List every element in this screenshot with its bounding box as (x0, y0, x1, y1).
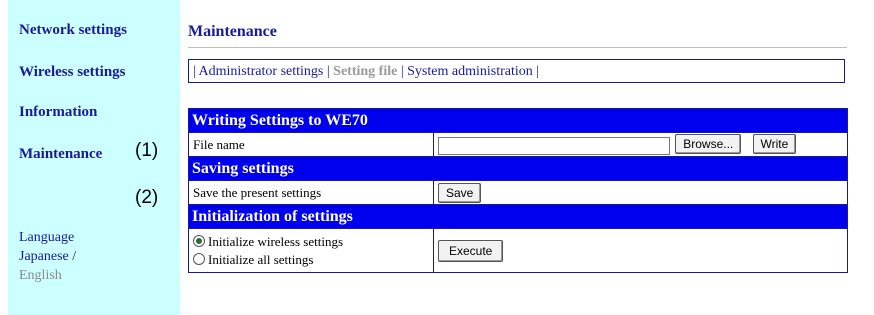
init-option-wireless-label: Initialize wireless settings (208, 233, 344, 249)
file-name-cell: Browse... Write (433, 132, 848, 157)
save-present-label: Save the present settings (188, 180, 434, 205)
browse-button[interactable]: Browse... (675, 134, 742, 155)
tab-separator: | (323, 64, 334, 79)
language-english-current: English (19, 268, 62, 283)
init-options-cell: Initialize wireless settings Initialize … (188, 228, 434, 273)
execute-cell: Execute (433, 228, 848, 273)
sidebar: Network settings Wireless settings Infor… (8, 0, 180, 315)
init-option-wireless[interactable]: Initialize wireless settings (193, 233, 429, 251)
radio-initialize-wireless[interactable] (193, 234, 205, 247)
file-name-label: File name (188, 132, 434, 157)
tab-separator: | (397, 64, 408, 79)
callout-marker-1: (1) (135, 140, 159, 161)
sidebar-item-information[interactable]: Information (19, 104, 97, 121)
language-separator: / (68, 249, 77, 264)
title-divider (188, 47, 847, 48)
save-button[interactable]: Save (438, 182, 482, 203)
tab-administrator-settings[interactable]: Administrator settings (199, 64, 324, 79)
tab-setting-file-current: Setting file (333, 64, 398, 79)
write-button[interactable]: Write (752, 134, 797, 155)
main-content: Maintenance | Administrator settings | S… (188, 0, 874, 315)
writing-settings-header: Writing Settings to WE70 (188, 108, 848, 133)
sidebar-item-wireless-settings[interactable]: Wireless settings (19, 64, 126, 81)
language-label: Language (19, 230, 75, 245)
init-option-all-label: Initialize all settings (208, 251, 314, 267)
sidebar-item-maintenance[interactable]: Maintenance (19, 146, 102, 163)
settings-table: Writing Settings to WE70 File name Brows… (188, 108, 848, 273)
callout-marker-2: (2) (135, 187, 159, 208)
initialization-header: Initialization of settings (188, 204, 848, 229)
subnav-tabs: | Administrator settings | Setting file … (188, 59, 845, 83)
radio-initialize-all[interactable] (193, 252, 205, 265)
init-option-all[interactable]: Initialize all settings (193, 251, 429, 269)
tab-separator: | (532, 64, 540, 79)
execute-button[interactable]: Execute (438, 239, 504, 262)
tab-system-administration[interactable]: System administration (407, 64, 533, 79)
page-title: Maintenance (188, 23, 277, 40)
saving-settings-header: Saving settings (188, 156, 848, 181)
save-cell: Save (433, 180, 848, 205)
language-block: Language Japanese / English (19, 228, 76, 285)
sidebar-item-network-settings[interactable]: Network settings (19, 22, 127, 39)
file-name-input[interactable] (438, 136, 670, 155)
language-japanese-link[interactable]: Japanese (19, 249, 69, 264)
